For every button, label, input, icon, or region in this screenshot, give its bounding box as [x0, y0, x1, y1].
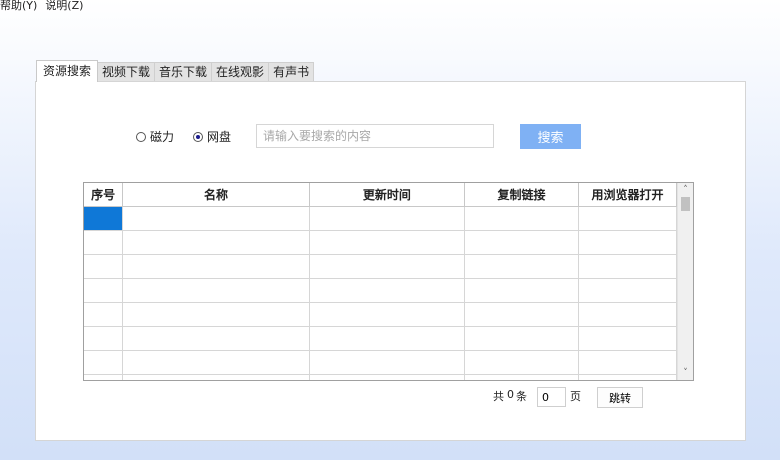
table-row[interactable] — [84, 326, 677, 351]
chevron-down-icon[interactable]: ˅ — [678, 366, 693, 380]
table-cell[interactable] — [578, 254, 677, 279]
table-cell[interactable] — [463, 230, 580, 255]
radio-circle — [193, 131, 203, 142]
vertical-scrollbar[interactable]: ˄ ˅ — [677, 183, 693, 380]
table-cell[interactable] — [122, 302, 310, 327]
column-header-name[interactable]: 名称 — [122, 183, 310, 207]
tab-resource-search[interactable]: 资源搜索 — [36, 60, 99, 82]
radio-netdisk[interactable]: 网盘 — [193, 128, 231, 145]
jump-button[interactable]: 跳转 — [597, 387, 643, 408]
radio-magnet-label: 磁力 — [150, 130, 175, 144]
table-row[interactable] — [84, 278, 677, 303]
table-row[interactable] — [84, 374, 677, 380]
table-cell[interactable] — [122, 254, 310, 279]
table-cell[interactable] — [308, 350, 465, 375]
table-cell[interactable] — [122, 326, 310, 351]
results-table: 序号 名称 更新时间 复制链接 用浏览器打开 ˄ ˅ — [83, 182, 694, 381]
column-header-open-in-browser[interactable]: 用浏览器打开 — [578, 183, 677, 207]
table-cell[interactable] — [578, 230, 677, 255]
table-row[interactable] — [84, 254, 677, 279]
table-cell[interactable] — [84, 278, 124, 303]
table-row[interactable] — [84, 206, 677, 231]
menu-item-help[interactable]: 帮助(Y) — [0, 0, 37, 13]
table-cell[interactable] — [308, 326, 465, 351]
total-suffix: 条 — [516, 390, 527, 403]
table-row[interactable] — [84, 302, 677, 327]
table-cell[interactable] — [122, 230, 310, 255]
page-number-input[interactable] — [537, 387, 566, 407]
table-cell[interactable] — [308, 278, 465, 303]
table-cell[interactable] — [463, 302, 580, 327]
table-cell[interactable] — [308, 230, 465, 255]
table-row[interactable] — [84, 350, 677, 375]
table-cell[interactable] — [463, 278, 580, 303]
table-cell[interactable] — [84, 254, 124, 279]
column-header-index[interactable]: 序号 — [84, 183, 124, 207]
table-cell[interactable] — [84, 326, 124, 351]
scroll-thumb[interactable] — [681, 197, 690, 211]
table-cell[interactable] — [122, 206, 310, 231]
table-cell[interactable] — [122, 278, 310, 303]
table-cell[interactable] — [578, 374, 677, 380]
search-input[interactable] — [256, 124, 494, 148]
table-cell[interactable] — [308, 302, 465, 327]
tab-video-download[interactable]: 视频下载 — [97, 62, 156, 82]
table-header-row: 序号 名称 更新时间 复制链接 用浏览器打开 — [84, 183, 677, 207]
table-cell[interactable] — [578, 278, 677, 303]
table-cell[interactable] — [122, 350, 310, 375]
tab-audiobook[interactable]: 有声书 — [268, 62, 315, 82]
table-cell[interactable] — [578, 326, 677, 351]
table-cell[interactable] — [308, 206, 465, 231]
total-prefix: 共 — [493, 390, 504, 403]
table-cell[interactable] — [84, 374, 124, 380]
table-cell[interactable] — [84, 302, 124, 327]
tab-online-viewing[interactable]: 在线观影 — [211, 62, 270, 82]
chevron-up-icon[interactable]: ˄ — [678, 183, 693, 197]
table-cell[interactable] — [463, 350, 580, 375]
table-cell[interactable] — [578, 350, 677, 375]
tab-bar: 资源搜索 视频下载 音乐下载 在线观影 有声书 — [36, 60, 315, 82]
table-cell[interactable] — [84, 230, 124, 255]
table-cell[interactable] — [463, 254, 580, 279]
column-header-copy-link[interactable]: 复制链接 — [463, 183, 580, 207]
total-count: 0 — [507, 388, 514, 401]
table-cell[interactable] — [578, 206, 677, 231]
column-header-update-time[interactable]: 更新时间 — [308, 183, 465, 207]
menu-bar: 帮助(Y) 说明(Z) — [0, 0, 83, 13]
tab-music-download[interactable]: 音乐下载 — [154, 62, 213, 82]
radio-circle — [136, 131, 146, 142]
table-cell[interactable] — [84, 350, 124, 375]
table-cell[interactable] — [463, 326, 580, 351]
menu-item-instructions[interactable]: 说明(Z) — [45, 0, 83, 13]
table-cell[interactable] — [122, 374, 310, 380]
table-cell[interactable] — [308, 254, 465, 279]
table-cell[interactable] — [308, 374, 465, 380]
table-cell[interactable] — [578, 302, 677, 327]
table-cell[interactable] — [463, 206, 580, 231]
search-button[interactable]: 搜索 — [520, 124, 581, 149]
page-unit-label: 页 — [570, 390, 581, 403]
radio-netdisk-label: 网盘 — [207, 130, 232, 144]
table-row[interactable] — [84, 230, 677, 255]
radio-magnet[interactable]: 磁力 — [136, 128, 174, 145]
table-cell-selected[interactable] — [84, 206, 124, 231]
table-cell[interactable] — [463, 374, 580, 380]
